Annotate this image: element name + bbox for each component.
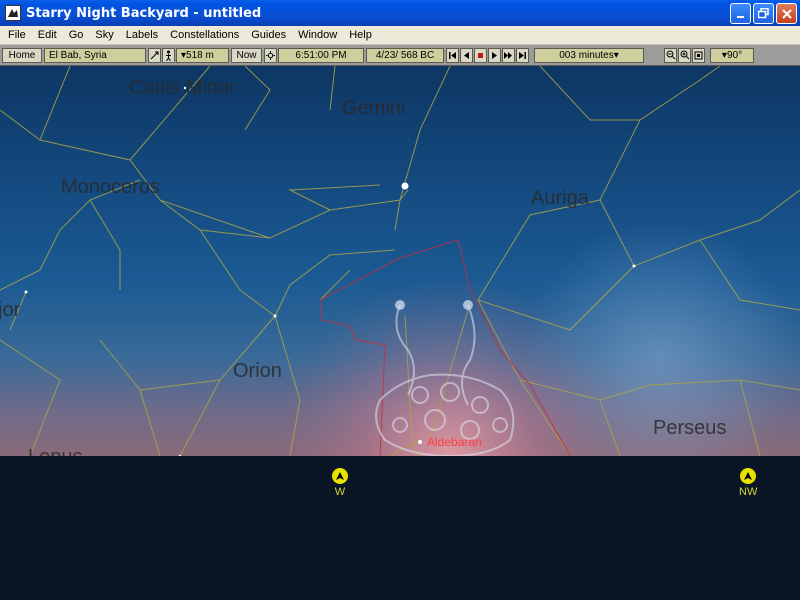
title-bar: Starry Night Backyard - untitled — [0, 0, 800, 26]
date-field[interactable]: 4/23/ 568 BC — [366, 47, 444, 63]
stop-icon[interactable] — [474, 47, 487, 63]
sky-chart — [0, 66, 800, 456]
zoom-out-icon[interactable] — [664, 47, 677, 63]
star-label[interactable]: Aldebaran — [427, 435, 482, 449]
sky-view[interactable]: Canis Minor Gemini Monoceros Auriga Orio… — [0, 66, 800, 456]
fast-forward-icon[interactable] — [502, 47, 515, 63]
field-of-view-select[interactable]: ▾90° — [710, 47, 754, 63]
constellation-label: Auriga — [531, 187, 589, 209]
observer-figure-icon[interactable] — [162, 47, 175, 63]
compass-label: W — [334, 486, 346, 498]
menu-go[interactable]: Go — [63, 29, 90, 41]
move-observer-icon[interactable] — [148, 47, 161, 63]
play-forward-icon[interactable] — [488, 47, 501, 63]
menu-file[interactable]: File — [2, 29, 32, 41]
menu-help[interactable]: Help — [343, 29, 378, 41]
step-back-icon[interactable] — [446, 47, 459, 63]
step-forward-icon[interactable] — [516, 47, 529, 63]
constellation-label: Monoceros — [61, 176, 160, 198]
menu-guides[interactable]: Guides — [245, 29, 292, 41]
close-button[interactable] — [776, 3, 797, 24]
toolbar: Home El Bab, Syria ▾518 m Now 6:51:00 PM… — [0, 45, 800, 66]
time-flow-icon[interactable] — [264, 47, 277, 63]
home-button[interactable]: Home — [2, 47, 42, 63]
elevation-field[interactable]: ▾518 m — [176, 47, 229, 63]
now-button[interactable]: Now — [231, 47, 262, 63]
play-backward-icon[interactable] — [460, 47, 473, 63]
menu-edit[interactable]: Edit — [32, 29, 63, 41]
compass-marker: NW — [739, 468, 757, 498]
compass-marker: W — [332, 468, 348, 498]
compass-arrow-icon — [332, 468, 348, 484]
time-step-select[interactable]: 003 minutes▾ — [534, 47, 644, 63]
menu-window[interactable]: Window — [292, 29, 343, 41]
menu-sky[interactable]: Sky — [89, 29, 119, 41]
window-title: Starry Night Backyard - untitled — [26, 5, 262, 21]
constellation-label: Gemini — [342, 97, 406, 119]
constellation-label: Lepus — [28, 446, 83, 456]
compass-arrow-icon — [740, 468, 757, 484]
menu-bar: File Edit Go Sky Labels Constellations G… — [0, 26, 800, 45]
compass-label: NW — [739, 486, 758, 498]
location-field[interactable]: El Bab, Syria — [44, 47, 146, 63]
constellation-label: Canis Minor — [129, 77, 236, 99]
app-icon — [5, 5, 21, 21]
minimize-button[interactable] — [730, 3, 751, 24]
zoom-in-icon[interactable] — [678, 47, 691, 63]
menu-labels[interactable]: Labels — [120, 29, 164, 41]
constellation-label: jor — [0, 299, 21, 321]
constellation-label: Perseus — [653, 417, 727, 439]
menu-constellations[interactable]: Constellations — [164, 29, 245, 41]
time-field[interactable]: 6:51:00 PM — [278, 47, 364, 63]
horizon-ground: W NW — [0, 456, 800, 600]
constellation-label: Orion — [233, 360, 282, 382]
maximize-button[interactable] — [753, 3, 774, 24]
zoom-fit-icon[interactable] — [692, 47, 705, 63]
